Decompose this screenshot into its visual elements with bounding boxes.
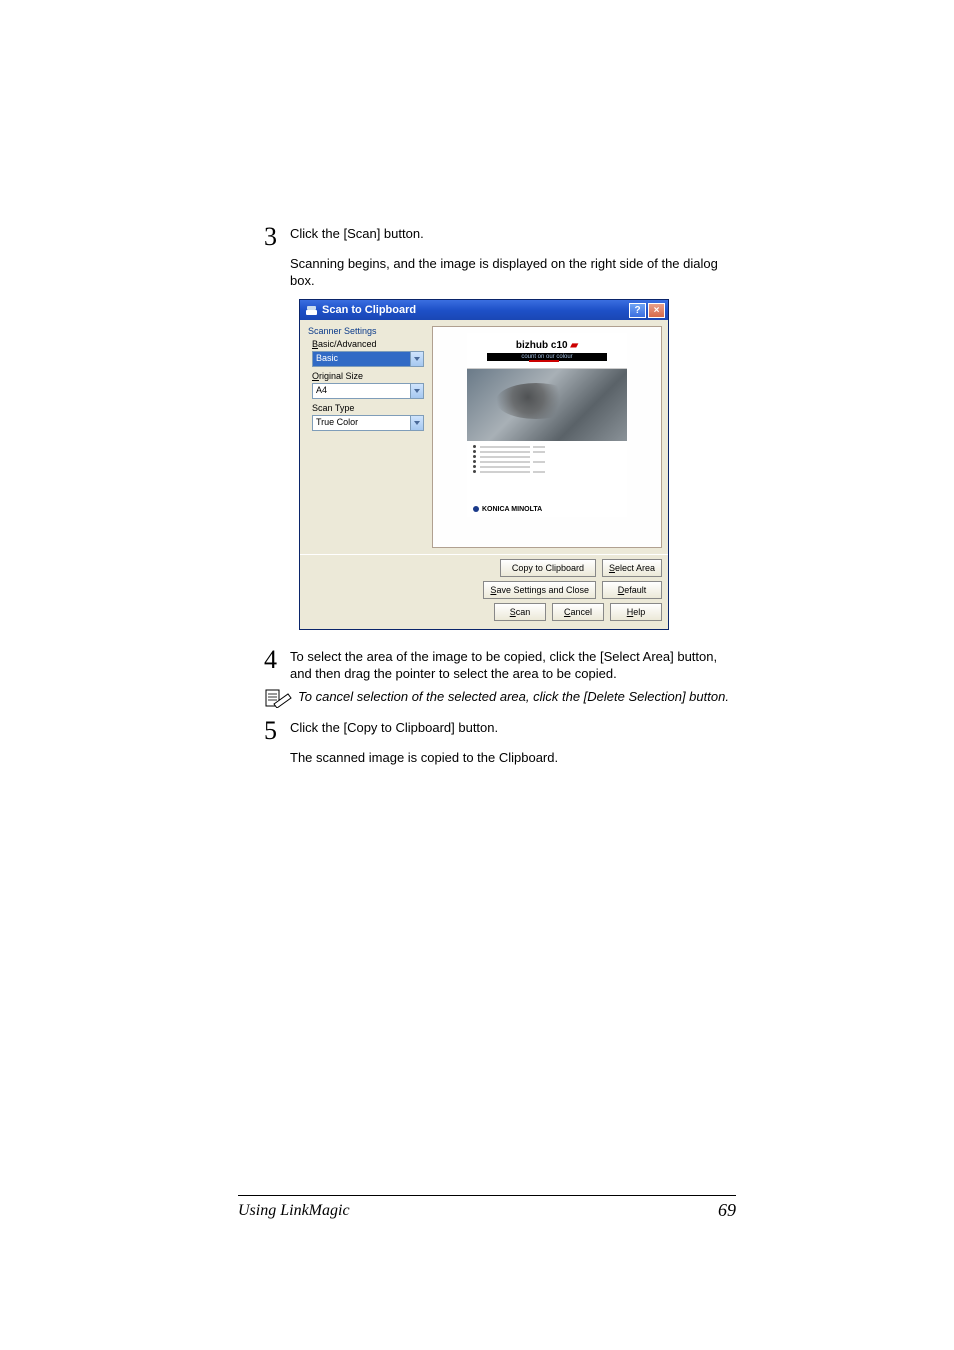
step-5-detail: The scanned image is copied to the Clipb… (290, 749, 734, 766)
page-number: 69 (718, 1200, 736, 1221)
cancel-button[interactable]: Cancel (552, 603, 604, 621)
preview-pane: bizhub c10 ▰ count on our colour (432, 326, 662, 548)
button-row-1: Copy to Clipboard Select Area (500, 559, 662, 577)
dialog-body: Scanner Settings Basic/Advanced Basic Or… (300, 320, 668, 554)
original-size-field: Original Size A4 (312, 371, 426, 399)
button-row-3: Scan Cancel Help (494, 603, 662, 621)
step-number: 3 (264, 225, 290, 249)
scanner-icon (305, 304, 318, 317)
help-button[interactable]: ? (629, 303, 646, 318)
note: To cancel selection of the selected area… (264, 688, 734, 713)
dialog-screenshot: Scan to Clipboard ? × Scanner Settings B… (299, 299, 734, 630)
close-button[interactable]: × (648, 303, 665, 318)
field-label: Basic/Advanced (312, 339, 426, 349)
original-size-select[interactable]: A4 (312, 383, 424, 399)
km-lens-icon (473, 506, 479, 512)
step-5: 5 Click the [Copy to Clipboard] button. (264, 719, 734, 743)
scan-type-field: Scan Type True Color (312, 403, 426, 431)
button-row-2: Save Settings and Close Default (483, 581, 662, 599)
basic-advanced-field: Basic/Advanced Basic (312, 339, 426, 367)
chevron-down-icon (410, 352, 423, 366)
select-area-button[interactable]: Select Area (602, 559, 662, 577)
default-button[interactable]: Default (602, 581, 662, 599)
group-title: Scanner Settings (308, 326, 426, 336)
brochure-bullets (467, 441, 627, 501)
select-value: A4 (316, 385, 327, 395)
step-3-detail: Scanning begins, and the image is displa… (290, 255, 734, 289)
step-instruction: Click the [Scan] button. (290, 226, 424, 241)
field-label: Original Size (312, 371, 426, 381)
bizhub-logo: bizhub c10 ▰ (516, 340, 578, 351)
brochure-header: bizhub c10 ▰ count on our colour (467, 333, 627, 369)
content-area: 3 Click the [Scan] button. Scanning begi… (264, 225, 734, 774)
scan-dialog: Scan to Clipboard ? × Scanner Settings B… (299, 299, 669, 630)
copy-to-clipboard-button[interactable]: Copy to Clipboard (500, 559, 596, 577)
step-body: Click the [Scan] button. (290, 225, 424, 242)
step-body: To select the area of the image to be co… (290, 648, 734, 682)
step-number: 4 (264, 648, 290, 672)
settings-panel: Scanner Settings Basic/Advanced Basic Or… (306, 326, 426, 548)
save-settings-button[interactable]: Save Settings and Close (483, 581, 596, 599)
field-label: Scan Type (312, 403, 426, 413)
dialog-title: Scan to Clipboard (322, 304, 416, 316)
note-icon (264, 688, 298, 713)
step-4: 4 To select the area of the image to be … (264, 648, 734, 682)
chevron-down-icon (410, 384, 423, 398)
step-body: Click the [Copy to Clipboard] button. (290, 719, 498, 736)
basic-advanced-select[interactable]: Basic (312, 351, 424, 367)
dialog-buttons: Copy to Clipboard Select Area Save Setti… (300, 554, 668, 629)
help-text-button[interactable]: Help (610, 603, 662, 621)
select-value: Basic (316, 353, 338, 363)
chevron-down-icon (410, 416, 423, 430)
step-number: 5 (264, 719, 290, 743)
brochure-footer: KONICA MINOLTA (467, 501, 627, 517)
logo-accent: ▰ (570, 340, 578, 351)
page: 3 Click the [Scan] button. Scanning begi… (0, 0, 954, 1350)
footer-section-title: Using LinkMagic (238, 1202, 350, 1220)
dialog-titlebar: Scan to Clipboard ? × (300, 300, 668, 320)
brochure-image (467, 369, 627, 441)
logo-tagline: count on our colour (487, 353, 607, 361)
scanned-brochure: bizhub c10 ▰ count on our colour (467, 333, 627, 517)
note-text: To cancel selection of the selected area… (298, 688, 729, 705)
footer-rule (238, 1195, 736, 1196)
scan-button[interactable]: Scan (494, 603, 546, 621)
step-3: 3 Click the [Scan] button. (264, 225, 734, 249)
scan-type-select[interactable]: True Color (312, 415, 424, 431)
select-value: True Color (316, 417, 358, 427)
